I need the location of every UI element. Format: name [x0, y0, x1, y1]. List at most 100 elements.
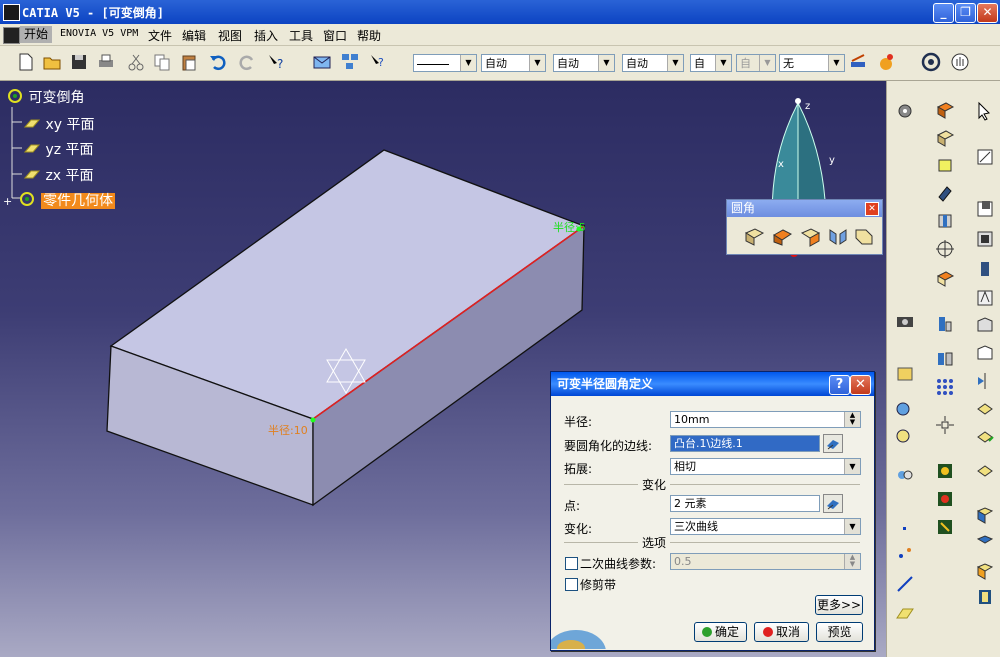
solid-icon[interactable] — [935, 155, 955, 175]
cut-icon[interactable] — [126, 52, 146, 72]
pattern-icon[interactable] — [935, 377, 955, 397]
catia-app-icon[interactable] — [3, 4, 20, 21]
tree-item-xy-plane[interactable]: xy 平面 — [23, 114, 94, 134]
menu-start[interactable]: 开始 — [20, 26, 53, 43]
help-cursor-icon[interactable]: ? — [368, 52, 388, 72]
whats-this-icon[interactable]: ? — [266, 52, 286, 72]
tree-root[interactable]: 可变倒角 — [6, 87, 84, 107]
copy-icon[interactable] — [152, 52, 172, 72]
tree-item-yz-plane[interactable]: yz 平面 — [23, 139, 94, 159]
compass-tool-icon[interactable] — [935, 415, 955, 435]
document-icon[interactable] — [3, 27, 20, 44]
render-icon[interactable] — [895, 363, 915, 383]
open-icon[interactable] — [42, 52, 62, 72]
apply-material-icon[interactable] — [876, 52, 896, 72]
tree-item-body[interactable]: + 零件几何体 — [3, 190, 116, 210]
draft-analysis-icon[interactable] — [895, 426, 915, 446]
shaft-icon[interactable] — [935, 127, 955, 147]
draft-icon[interactable] — [975, 288, 995, 308]
rotate-icon[interactable] — [975, 461, 995, 481]
surface-icon[interactable] — [975, 533, 995, 553]
menu-enovia[interactable]: ENOVIA V5 VPM — [60, 28, 138, 39]
cancel-button[interactable]: 取消 — [754, 622, 809, 642]
add-icon[interactable] — [935, 489, 955, 509]
edges-selector-icon[interactable] — [823, 434, 843, 453]
menu-tools[interactable]: 工具 — [289, 27, 313, 44]
preview-button[interactable]: 预览 — [816, 622, 863, 642]
sew-surface-icon[interactable] — [975, 587, 995, 607]
scale-icon[interactable] — [975, 399, 995, 419]
color-combo[interactable]: 无 ▼ — [779, 54, 845, 72]
edges-input[interactable]: 凸台.1\边线.1 — [670, 435, 820, 452]
radius-spinner-icon[interactable]: ▲ ▼ — [844, 412, 860, 427]
points-selector-icon[interactable] — [823, 494, 843, 513]
ok-button[interactable]: 确定 — [694, 622, 747, 642]
select-icon[interactable] — [975, 101, 995, 121]
groove-icon[interactable] — [975, 229, 995, 249]
plane-tool-icon[interactable] — [895, 603, 915, 623]
painter-icon[interactable] — [848, 52, 868, 72]
fillet-tool-icon[interactable] — [935, 267, 955, 287]
minimize-button[interactable]: _ — [933, 3, 954, 23]
rib-icon[interactable] — [935, 183, 955, 203]
undo-icon[interactable] — [208, 52, 228, 72]
intersect-icon[interactable] — [975, 505, 995, 525]
menu-help[interactable]: 帮助 — [357, 27, 381, 44]
expand-icon[interactable]: + — [3, 195, 12, 208]
fillet-toolbar-close-icon[interactable]: ✕ — [865, 202, 879, 216]
point-type-combo[interactable]: 自动 ▼ — [622, 54, 684, 72]
save-icon[interactable] — [69, 52, 89, 72]
face-fillet-icon[interactable] — [799, 225, 821, 247]
pad-icon[interactable] — [935, 99, 955, 119]
mirror-icon[interactable] — [975, 371, 995, 391]
point-icon[interactable] — [895, 519, 915, 539]
line-weight-combo[interactable]: 自动 ▼ — [481, 54, 546, 72]
thread-icon[interactable] — [975, 259, 995, 279]
pocket-icon[interactable] — [975, 199, 995, 219]
catia-logo-icon[interactable] — [921, 52, 941, 72]
hand-icon[interactable] — [950, 52, 970, 72]
measure-icon[interactable] — [935, 314, 955, 334]
radius-input[interactable]: 10mm ▲ ▼ — [670, 411, 861, 428]
menu-edit[interactable]: 编辑 — [182, 27, 206, 44]
camera-icon[interactable] — [895, 311, 915, 331]
translate-icon[interactable] — [975, 427, 995, 447]
variable-fillet-icon[interactable] — [771, 225, 793, 247]
mesh-icon[interactable] — [895, 465, 915, 485]
variation-select[interactable]: 三次曲线 ▼ — [670, 518, 861, 535]
layer-combo[interactable]: 自 ▼ — [690, 54, 732, 72]
shell-icon[interactable] — [975, 315, 995, 335]
menu-view[interactable]: 视图 — [218, 27, 242, 44]
conic-checkbox[interactable] — [565, 557, 578, 570]
points-input[interactable]: 2 元素 — [670, 495, 820, 512]
mail-icon[interactable] — [312, 52, 332, 72]
target-icon[interactable] — [935, 239, 955, 259]
propagation-select[interactable]: 相切 ▼ — [670, 458, 861, 475]
assemble-icon[interactable] — [935, 461, 955, 481]
edge-fillet-icon[interactable] — [743, 225, 765, 247]
gear-icon[interactable] — [895, 101, 915, 121]
paste-icon[interactable] — [179, 52, 199, 72]
redo-icon[interactable] — [237, 52, 257, 72]
sketch-icon[interactable] — [975, 147, 995, 167]
close-button[interactable]: ✕ — [977, 3, 998, 23]
split-icon[interactable] — [935, 349, 955, 369]
points-icon[interactable] — [895, 543, 915, 563]
tritangent-fillet-icon[interactable] — [827, 225, 849, 247]
thickness-icon[interactable] — [975, 343, 995, 363]
network-icon[interactable] — [340, 52, 360, 72]
print-icon[interactable] — [96, 52, 116, 72]
line-style-combo[interactable]: ▼ — [413, 54, 477, 72]
line-type-combo[interactable]: 自动 ▼ — [553, 54, 615, 72]
dialog-help-button[interactable]: ? — [829, 375, 850, 395]
more-button[interactable]: 更多>> — [815, 595, 863, 615]
analysis-icon[interactable] — [895, 399, 915, 419]
trim-ribbons-checkbox[interactable] — [565, 578, 578, 591]
dialog-close-button[interactable]: ✕ — [850, 375, 871, 395]
menu-window[interactable]: 窗口 — [323, 27, 347, 44]
hole-icon[interactable] — [935, 211, 955, 231]
remove-icon[interactable] — [935, 517, 955, 537]
menu-insert[interactable]: 插入 — [254, 27, 278, 44]
restore-button[interactable]: ❐ — [955, 3, 976, 23]
menu-file[interactable]: 文件 — [148, 27, 172, 44]
